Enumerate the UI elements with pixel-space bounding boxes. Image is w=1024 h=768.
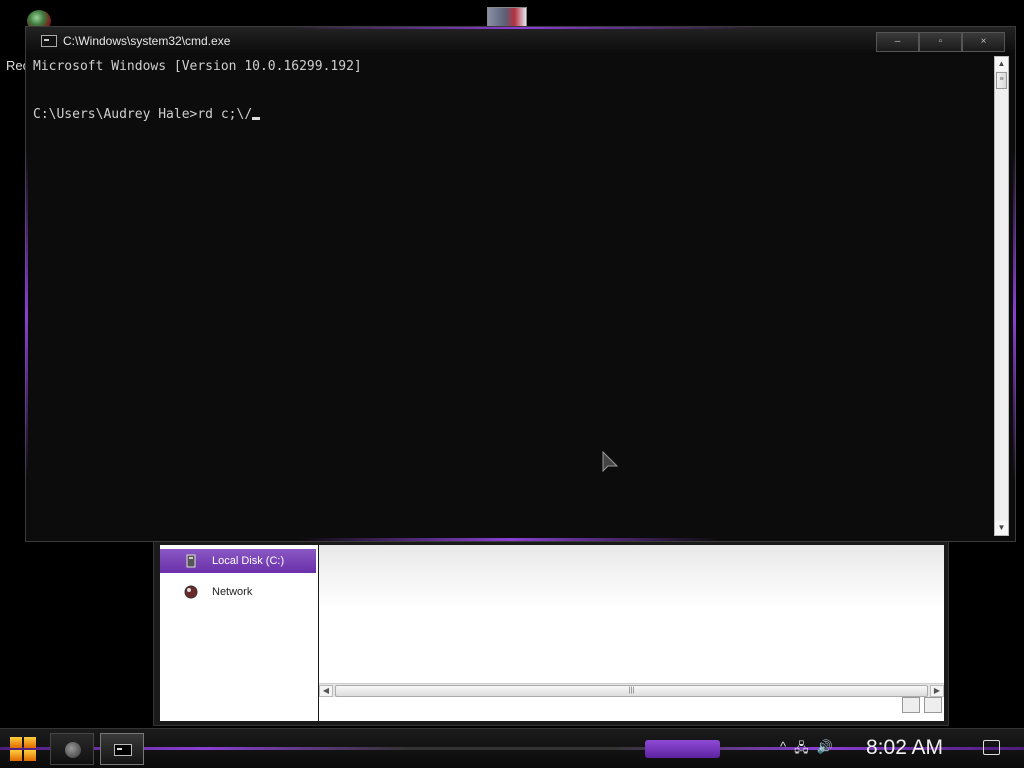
explorer-window: Local Disk (C:) Network ◀ ||| ▶: [153, 530, 949, 726]
network-icon: [184, 585, 198, 599]
start-button[interactable]: [9, 736, 39, 764]
start-logo-tile: [24, 737, 36, 748]
maximize-button[interactable]: ▫: [919, 32, 962, 52]
bottom-glow: [300, 538, 720, 541]
horizontal-scrollbar[interactable]: ◀ ||| ▶: [319, 683, 944, 697]
title-glow: [286, 27, 756, 29]
window-title: C:\Windows\system32\cmd.exe: [63, 34, 231, 48]
console-line: Microsoft Windows [Version 10.0.16299.19…: [33, 59, 362, 74]
volume-icon[interactable]: 🔊: [817, 739, 833, 761]
right-glow: [1013, 150, 1016, 480]
notification-icon[interactable]: [983, 740, 1000, 755]
minimize-button[interactable]: –: [876, 32, 919, 52]
start-logo-tile: [10, 750, 22, 761]
scroll-down-button[interactable]: ▼: [995, 521, 1008, 535]
window-controls: – ▫ ×: [876, 32, 1005, 52]
start-logo-tile: [10, 737, 22, 748]
console-output[interactable]: Microsoft Windows [Version 10.0.16299.19…: [33, 55, 991, 536]
tray-accent: [645, 740, 720, 758]
desktop-thumbnail[interactable]: [487, 7, 527, 27]
cmd-window: C:\Windows\system32\cmd.exe – ▫ × Micros…: [25, 26, 1016, 542]
scroll-up-button[interactable]: ▲: [995, 57, 1008, 71]
clock[interactable]: 8:02 AM: [866, 736, 943, 760]
cmd-app-icon[interactable]: [41, 35, 57, 47]
view-buttons: [902, 697, 942, 713]
scroll-right-button[interactable]: ▶: [930, 685, 944, 697]
details-view-button[interactable]: [902, 697, 920, 713]
scroll-thumb[interactable]: ≡: [996, 72, 1007, 89]
scroll-thumb[interactable]: |||: [335, 685, 928, 697]
nav-item-network[interactable]: Network: [160, 580, 316, 604]
explorer-nav-pane: Local Disk (C:) Network: [160, 545, 318, 721]
chevron-up-icon[interactable]: ^: [780, 739, 786, 761]
disk-icon: [65, 742, 81, 758]
network-icon[interactable]: 🖧: [794, 739, 809, 761]
system-tray: ^ 🖧 🔊: [780, 739, 833, 761]
console-line: C:\Users\Audrey Hale>rd c;\/: [33, 103, 991, 127]
title-bar[interactable]: C:\Windows\system32\cmd.exe – ▫ ×: [26, 27, 1015, 55]
taskbar: ^ 🖧 🔊 8:02 AM: [0, 728, 1024, 768]
explorer-footer: ◀ ||| ▶: [319, 683, 944, 721]
mouse-pointer-icon: [602, 451, 618, 473]
vertical-scrollbar[interactable]: ▲ ≡ ▼: [994, 56, 1009, 536]
close-button[interactable]: ×: [962, 32, 1005, 52]
preview-view-button[interactable]: [924, 697, 942, 713]
hard-drive-icon: [186, 554, 196, 568]
scroll-left-button[interactable]: ◀: [319, 685, 333, 697]
nav-item-label: Network: [212, 586, 253, 598]
cmd-icon: [114, 744, 132, 756]
taskbar-cmd-button[interactable]: [100, 733, 144, 765]
start-logo-tile: [24, 750, 36, 761]
nav-item-label: Local Disk (C:): [212, 555, 285, 567]
text-cursor: [252, 117, 261, 120]
console-prompt: C:\Users\Audrey Hale>rd c;\/: [33, 107, 253, 122]
left-glow: [25, 150, 28, 480]
nav-item-local-disk[interactable]: Local Disk (C:): [160, 549, 316, 573]
taskbar-explorer-button[interactable]: [50, 733, 94, 765]
explorer-content: [319, 545, 944, 683]
